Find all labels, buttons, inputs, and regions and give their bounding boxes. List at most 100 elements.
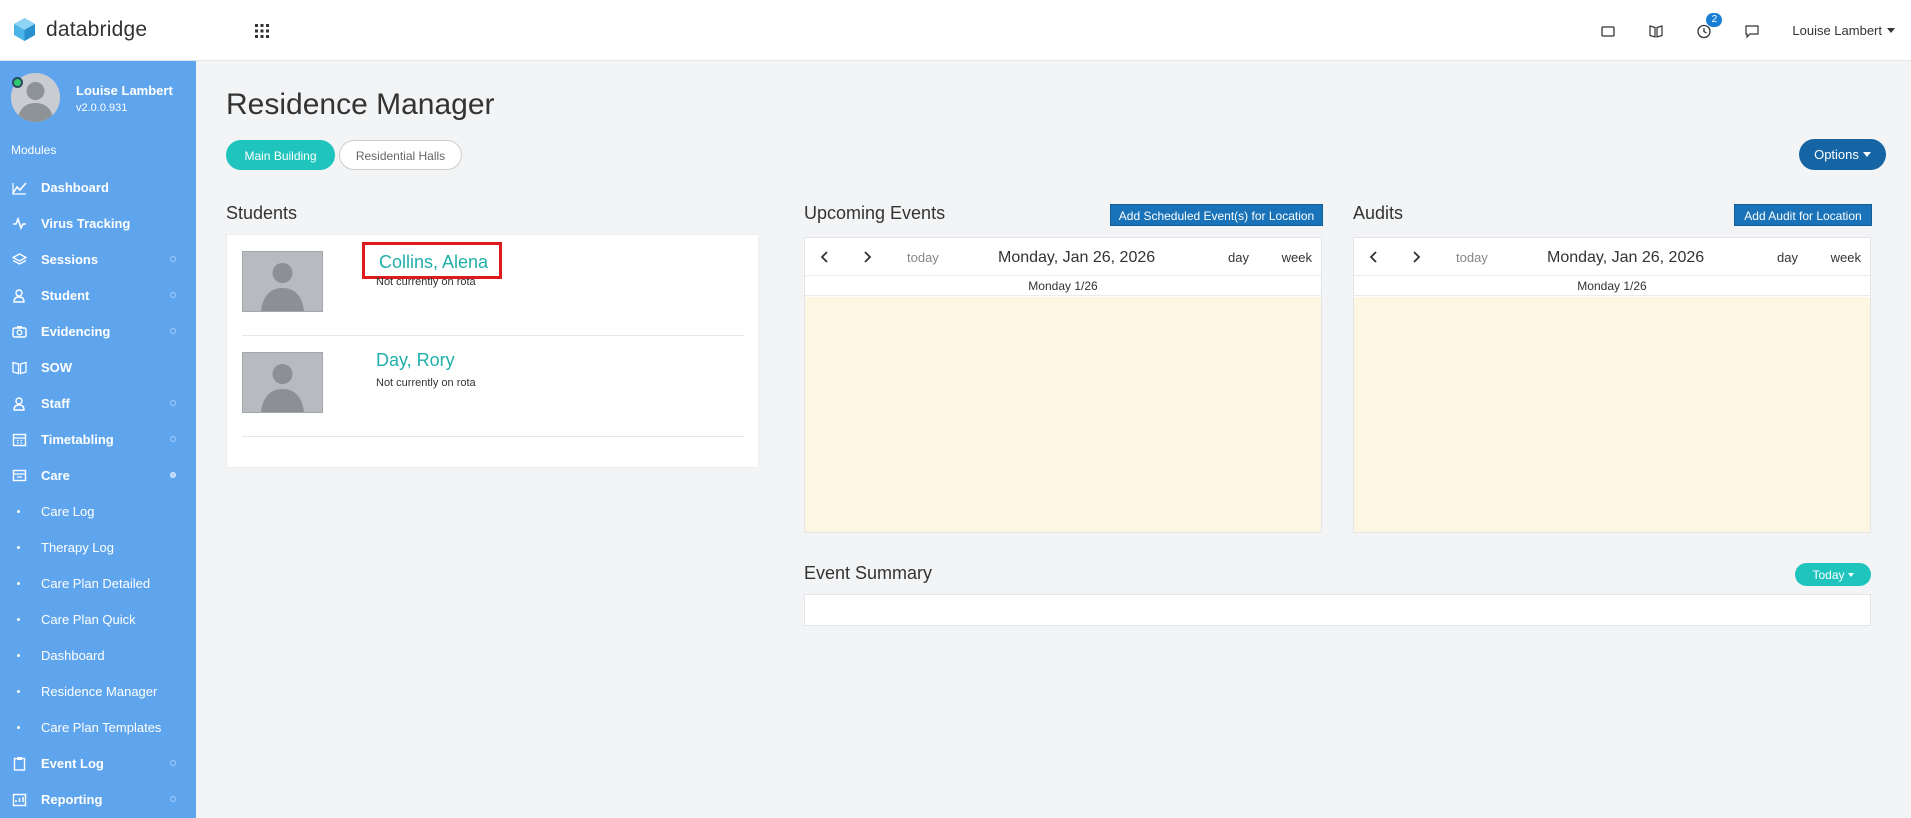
sidebar-nav: Dashboard Virus Tracking Sessions Studen…	[0, 169, 196, 817]
audits-title: Audits	[1353, 203, 1404, 223]
bullet-icon	[17, 653, 20, 657]
add-scheduled-event-button[interactable]: Add Scheduled Event(s) for Location	[1110, 204, 1323, 226]
sidebar-item-staff[interactable]: Staff	[0, 385, 196, 421]
event-summary-panel	[804, 594, 1871, 626]
bullet-icon	[17, 617, 20, 621]
calendar-toolbar: today Monday, Jan 26, 2026 day week	[1354, 238, 1870, 276]
calendar-icon	[12, 433, 27, 446]
students-title: Students	[226, 203, 298, 223]
sidebar-subitem-care-dashboard[interactable]: Dashboard	[0, 637, 196, 673]
student-name-link[interactable]: Day, Rory	[376, 350, 455, 371]
chevron-left-icon[interactable]	[1368, 250, 1380, 264]
sidebar-item-label: SOW	[41, 359, 73, 375]
user-menu[interactable]: Louise Lambert	[1792, 23, 1895, 38]
tab-main-building[interactable]: Main Building	[226, 140, 335, 170]
staff-icon	[13, 396, 25, 411]
student-photo[interactable]	[242, 352, 323, 413]
chevron-down-icon	[1847, 572, 1854, 577]
sidebar-subitem-care-plan-quick[interactable]: Care Plan Quick	[0, 601, 196, 637]
sidebar-item-sessions[interactable]: Sessions	[0, 241, 196, 277]
clock-icon[interactable]: 2	[1696, 12, 1723, 39]
sidebar-subitem-label: Care Plan Templates	[41, 719, 162, 735]
sidebar-subitem-care-plan-detailed[interactable]: Care Plan Detailed	[0, 565, 196, 601]
sidebar-item-evidencing[interactable]: Evidencing	[0, 313, 196, 349]
sidebar: Louise Lambert v2.0.0.931 Modules Dashbo…	[0, 61, 196, 818]
sidebar-item-timetabling[interactable]: Timetabling	[0, 421, 196, 457]
user-silhouette-icon	[243, 252, 322, 311]
event-summary-filter-label: Today	[1812, 567, 1845, 582]
sidebar-item-label: Dashboard	[41, 179, 109, 195]
calendar-day-view-button[interactable]: day	[1777, 250, 1798, 265]
sidebar-profile: Louise Lambert v2.0.0.931	[0, 61, 196, 141]
brand[interactable]: databridge	[12, 17, 147, 42]
calendar-today-button[interactable]: today	[1456, 250, 1488, 265]
book-icon[interactable]	[1648, 23, 1664, 39]
student-name-link[interactable]: Collins, Alena	[362, 242, 503, 279]
book-icon	[12, 361, 27, 374]
bullet-icon	[17, 725, 20, 729]
expand-indicator-icon	[170, 796, 176, 802]
databridge-logo-icon	[14, 18, 35, 41]
expand-indicator-icon	[170, 400, 176, 406]
sidebar-item-label: Virus Tracking	[41, 215, 131, 231]
add-audit-button[interactable]: Add Audit for Location	[1734, 204, 1872, 226]
sidebar-subitem-care-plan-templates[interactable]: Care Plan Templates	[0, 709, 196, 745]
expanded-indicator-icon	[170, 472, 176, 478]
clipboard-icon	[13, 756, 26, 771]
student-row: Collins, Alena Not currently on rota	[242, 235, 744, 336]
event-summary-filter-dropdown[interactable]: Today	[1795, 563, 1871, 586]
tablet-icon[interactable]	[1600, 23, 1616, 39]
bullet-icon	[17, 581, 20, 585]
tab-residential-halls[interactable]: Residential Halls	[339, 140, 462, 170]
expand-indicator-icon	[170, 760, 176, 766]
camera-icon	[12, 325, 27, 338]
chevron-down-icon	[1887, 28, 1895, 33]
sidebar-subitem-label: Care Plan Detailed	[41, 575, 151, 591]
sidebar-item-dashboard[interactable]: Dashboard	[0, 169, 196, 205]
chevron-right-icon[interactable]	[1410, 250, 1422, 264]
expand-indicator-icon	[170, 292, 176, 298]
student-row: Day, Rory Not currently on rota	[242, 336, 744, 437]
calendar-day-cell[interactable]	[1354, 297, 1870, 532]
chat-icon[interactable]	[1744, 23, 1760, 39]
sidebar-item-reporting[interactable]: Reporting	[0, 781, 196, 817]
top-bar: databridge 2 Louise Lambert	[0, 0, 1911, 61]
sidebar-subitem-therapy-log[interactable]: Therapy Log	[0, 529, 196, 565]
calendar-column-header: Monday 1/26	[1354, 276, 1870, 296]
pulse-icon	[13, 216, 26, 230]
brand-name: databridge	[46, 17, 148, 41]
apps-grid-icon[interactable]	[254, 23, 270, 39]
sidebar-subitem-label: Therapy Log	[41, 539, 114, 555]
chevron-down-icon	[1862, 152, 1871, 157]
sidebar-subitem-label: Care Log	[41, 503, 95, 519]
options-button[interactable]: Options	[1799, 139, 1886, 170]
sidebar-item-label: Reporting	[41, 791, 103, 807]
calendar-today-button[interactable]: today	[907, 250, 939, 265]
calendar-day-view-button[interactable]: day	[1228, 250, 1249, 265]
student-photo[interactable]	[242, 251, 323, 312]
sidebar-item-virus-tracking[interactable]: Virus Tracking	[0, 205, 196, 241]
sidebar-subitem-label: Residence Manager	[41, 683, 158, 699]
sidebar-subitem-care-log[interactable]: Care Log	[0, 493, 196, 529]
sidebar-item-label: Staff	[41, 395, 70, 411]
sidebar-item-care[interactable]: Care	[0, 457, 196, 493]
sidebar-item-student[interactable]: Student	[0, 277, 196, 313]
sidebar-item-label: Evidencing	[41, 323, 111, 339]
chevron-left-icon[interactable]	[819, 250, 831, 264]
page-title: Residence Manager	[226, 88, 495, 121]
calendar-day-cell[interactable]	[805, 297, 1321, 532]
chevron-right-icon[interactable]	[861, 250, 873, 264]
calendar-date-title: Monday, Jan 26, 2026	[998, 249, 1156, 266]
layers-icon	[12, 252, 27, 265]
sidebar-item-label: Student	[41, 287, 90, 303]
sidebar-item-sow[interactable]: SOW	[0, 349, 196, 385]
student-rota-status: Not currently on rota	[376, 276, 476, 288]
sidebar-item-label: Event Log	[41, 755, 104, 771]
sidebar-subitem-residence-manager[interactable]: Residence Manager	[0, 673, 196, 709]
calendar-week-view-button[interactable]: week	[1282, 250, 1312, 265]
calendar-week-view-button[interactable]: week	[1831, 250, 1861, 265]
bullet-icon	[17, 545, 20, 549]
student-rota-status: Not currently on rota	[376, 377, 476, 389]
sidebar-item-event-log[interactable]: Event Log	[0, 745, 196, 781]
notification-badge: 2	[1706, 12, 1723, 27]
